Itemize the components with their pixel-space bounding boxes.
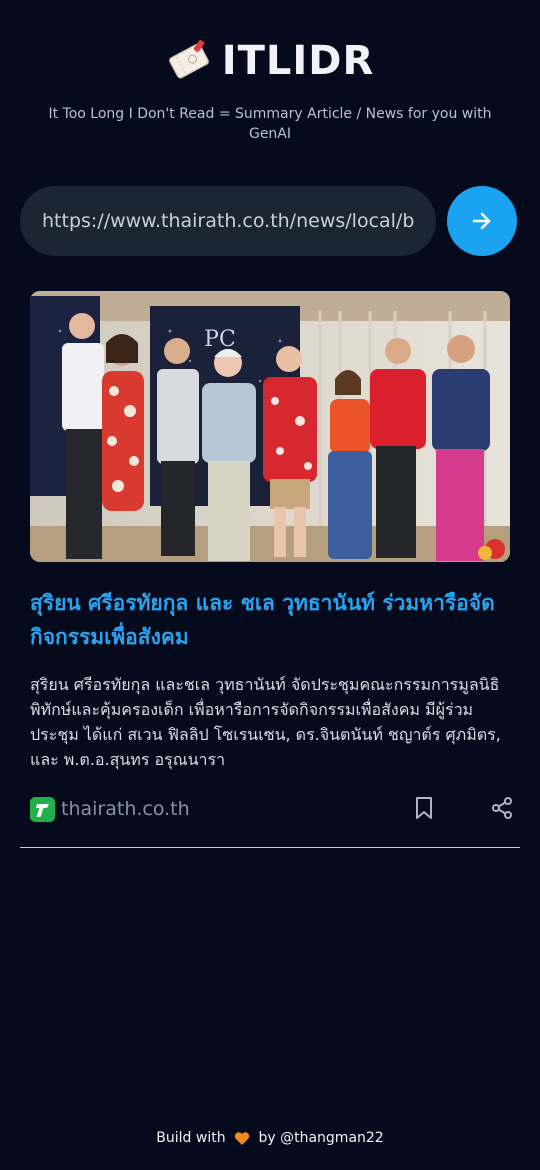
app-tagline: It Too Long I Don't Read = Summary Artic… — [48, 106, 492, 142]
share-icon[interactable] — [490, 796, 514, 820]
app-title: ITLIDR — [221, 38, 375, 84]
url-input[interactable] — [40, 209, 416, 233]
url-input-container[interactable] — [20, 186, 436, 256]
article-headline[interactable]: สุริยน ศรีอรทัยกุล และ ชเล วุทธานันท์ ร่… — [30, 586, 510, 654]
footer-author[interactable]: by @thangman22 — [258, 1130, 383, 1146]
footer-prefix: Build with — [156, 1130, 226, 1146]
heart-icon — [234, 1131, 250, 1145]
source-logo-icon — [30, 796, 55, 822]
ticket-icon — [168, 40, 209, 79]
arrow-right-icon — [472, 212, 491, 230]
summarize-button[interactable] — [447, 186, 517, 256]
footer: Build with by @thangman22 — [0, 1130, 540, 1146]
svg-text:PC: PC — [204, 327, 236, 352]
app-header: ITLIDR — [0, 38, 540, 84]
article-image: PC — [30, 291, 510, 562]
article-source-row: thairath.co.th — [30, 795, 512, 823]
source-name[interactable]: thairath.co.th — [61, 798, 190, 820]
bookmark-icon[interactable] — [412, 795, 436, 821]
article-summary: สุริยน ศรีอรทัยกุล และชเล วุทธานันท์ จัด… — [30, 675, 501, 769]
divider — [20, 847, 520, 848]
